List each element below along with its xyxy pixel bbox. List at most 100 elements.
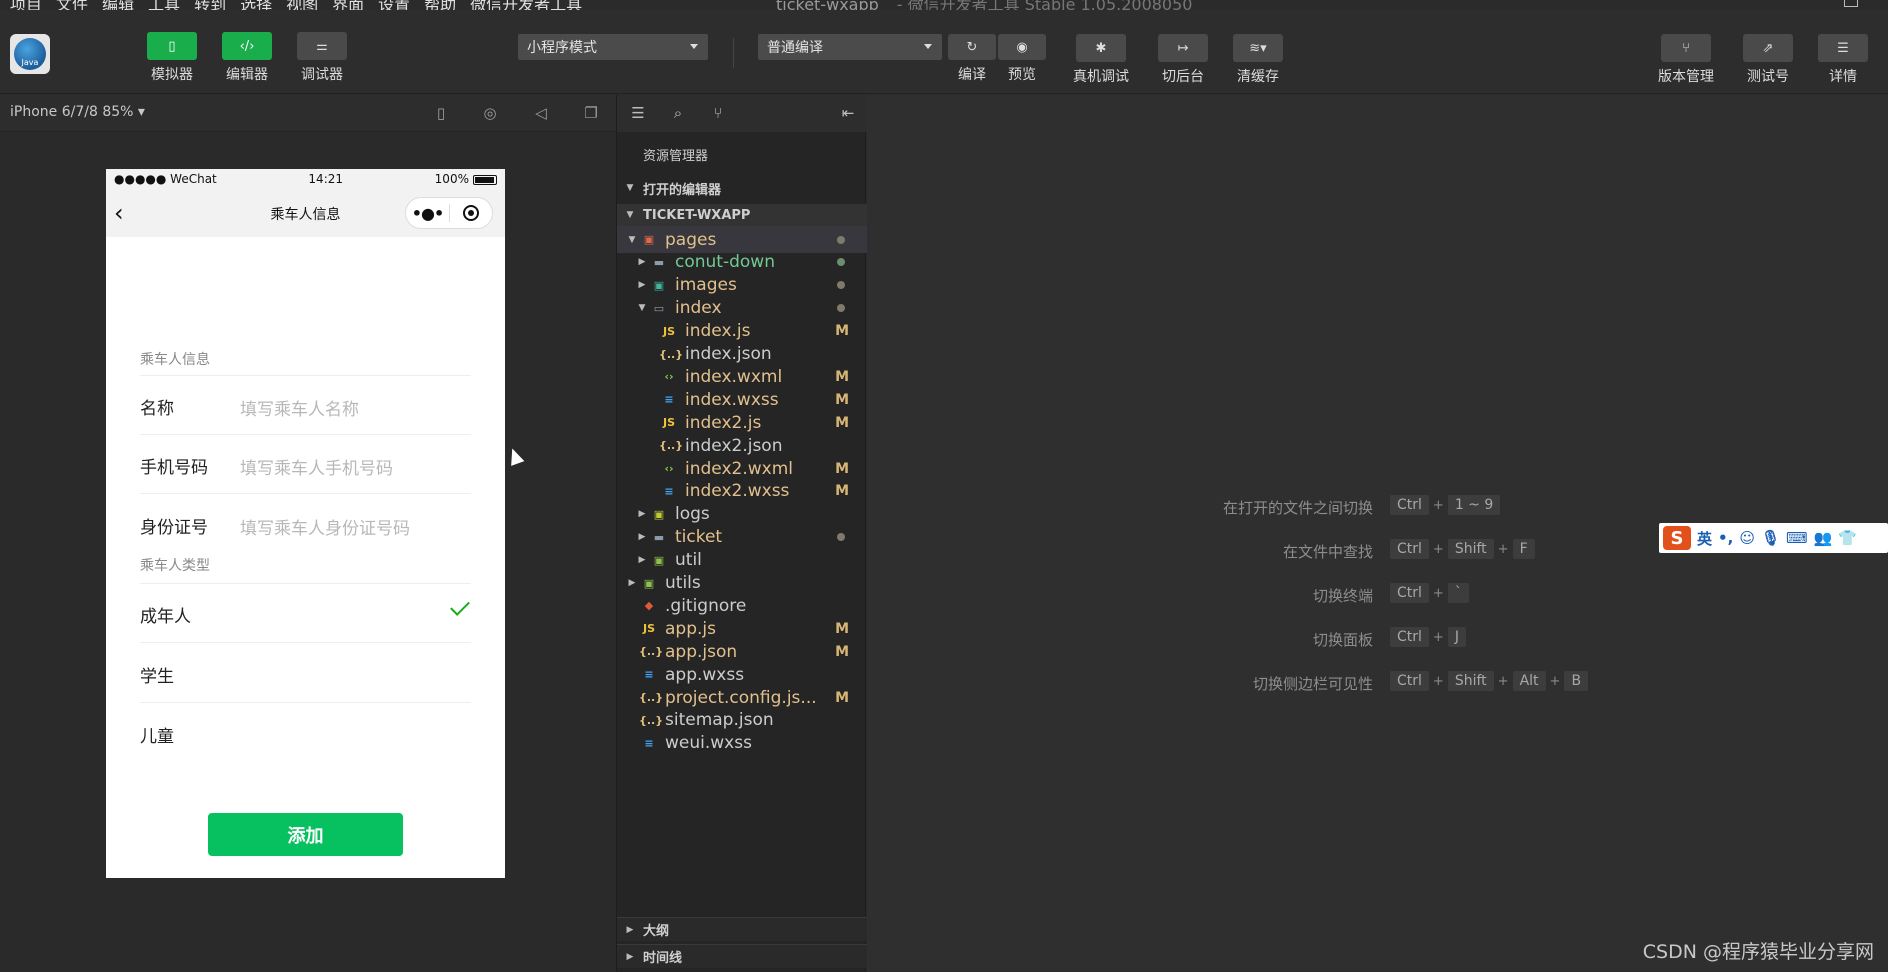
check-icon (450, 596, 470, 616)
status-badge: M (835, 323, 849, 340)
sliders-icon: ⚌ (297, 32, 347, 60)
compile-select[interactable]: 普通编译 (758, 34, 942, 60)
type-child-option[interactable]: 儿童 (140, 704, 471, 763)
simulator-button[interactable]: ▯ 模拟器 (147, 32, 197, 84)
key-cap: Ctrl (1390, 671, 1429, 691)
real-debug-button[interactable]: ✱ 真机调试 (1073, 34, 1129, 86)
tree-item-label: util (675, 550, 702, 571)
version-button[interactable]: ⑂ 版本管理 (1658, 34, 1714, 86)
git-branch-icon[interactable]: ⑂ (709, 104, 727, 122)
shortcut-hint: 切换侧边栏可见性 Ctrl + Shift + Alt + B (867, 671, 1888, 695)
shortcut-description: 在打开的文件之间切换 (1222, 498, 1373, 517)
menu-item[interactable]: 文件 (56, 0, 88, 10)
test-id-button[interactable]: ⇗ 测试号 (1743, 34, 1793, 86)
chevron-down-icon: ▼ (626, 210, 634, 220)
volume-icon[interactable]: ◁ (532, 104, 550, 122)
js-file-icon: JS (642, 622, 655, 636)
close-miniprogram-button[interactable] (450, 205, 492, 221)
plus-separator: + (1549, 673, 1561, 689)
tree-item-label: index2.js (685, 412, 762, 433)
shortcut-keys: Ctrl + J (1390, 627, 1466, 647)
menu-item[interactable]: 界面 (332, 0, 364, 10)
open-editors-section[interactable]: ▼ 打开的编辑器 (617, 177, 867, 199)
battery-icon (472, 174, 497, 185)
add-button[interactable]: 添加 (208, 813, 403, 856)
device-select[interactable]: iPhone 6/7/8 85% ▾ (10, 104, 145, 120)
chevron-right-icon: ▶ (638, 280, 646, 291)
explorer-toolbar: ☰ ⌕ ⑂ ⇤ (617, 95, 867, 132)
plus-separator: + (1432, 629, 1444, 645)
menu-item[interactable]: 编辑 (102, 0, 134, 10)
window-maximize-icon[interactable] (1844, 0, 1858, 7)
divider (733, 38, 734, 68)
eye-icon: ◉ (998, 34, 1046, 60)
menu-item[interactable]: 选择 (240, 0, 272, 10)
external-link-icon: ⇗ (1743, 34, 1793, 62)
background-button[interactable]: ↦ 切后台 (1158, 34, 1208, 86)
key-cap: Ctrl (1390, 495, 1429, 515)
timeline-section[interactable]: ▶ 时间线 (617, 944, 867, 968)
status-badge: M (835, 483, 849, 500)
collapse-sidebar-icon[interactable]: ⇤ (839, 104, 857, 122)
menu-item[interactable]: 微信开发者工具 (470, 0, 582, 10)
key-cap: J (1447, 627, 1466, 647)
chevron-right-icon: ▶ (638, 257, 646, 268)
plus-separator: + (1497, 673, 1509, 689)
refresh-icon: ↻ (948, 34, 996, 60)
search-icon[interactable]: ⌕ (669, 104, 687, 122)
name-field[interactable]: 名称 填写乘车人名称 (140, 376, 471, 435)
compile-button[interactable]: ↻ 编译 (948, 34, 996, 84)
project-section[interactable]: ▼ TICKET-WXAPP (617, 204, 867, 226)
more-icon[interactable]: •●• (406, 204, 449, 223)
type-student-option[interactable]: 学生 (140, 644, 471, 703)
folder-open-icon: ▭ (653, 301, 665, 315)
menu-item[interactable]: 设置 (378, 0, 410, 10)
status-badge: M (835, 391, 849, 408)
outline-section[interactable]: ▶ 大纲 (617, 917, 867, 941)
phone-field[interactable]: 手机号码 填写乘车人手机号码 (140, 435, 471, 494)
id-number-field[interactable]: 身份证号 填写乘车人身份证号码 (140, 495, 471, 554)
folder-icon: ▬ (653, 255, 665, 269)
shortcut-description: 在文件中查找 (1282, 542, 1373, 561)
menu-item[interactable]: 项目 (10, 0, 42, 10)
status-badge: M (835, 414, 849, 431)
menu-item[interactable]: 转到 (194, 0, 226, 10)
preview-button[interactable]: ◉ 预览 (998, 34, 1046, 84)
ime-toolbar[interactable]: S 英 •, ☺ 🎙 ⌨ 👥 👕 (1659, 523, 1888, 553)
chevron-down-icon: ▼ (638, 303, 646, 314)
key-cap: Shift (1447, 539, 1494, 559)
simulator-header: iPhone 6/7/8 85% ▾ ▯ ◎ ◁ ❐ (0, 95, 616, 132)
menu-item[interactable]: 视图 (286, 0, 318, 10)
mode-select[interactable]: 小程序模式 (518, 34, 708, 60)
layers-icon: ≋▾ (1233, 34, 1283, 62)
stop-icon[interactable]: ◎ (481, 104, 499, 122)
menu-bar: 项目 文件 编辑 工具 转到 选择 视图 界面 设置 帮助 微信开发者工具 ticket-wxapp… (0, 0, 1888, 10)
section-label-info: 乘车人信息 (140, 352, 210, 368)
editor-button[interactable]: ‹/› 编辑器 (222, 32, 272, 84)
css-file-icon: ≡ (664, 393, 674, 407)
shortcut-description: 切换侧边栏可见性 (1252, 674, 1373, 693)
tree-item-label: weui.wxss (665, 733, 752, 754)
type-adult-option[interactable]: 成年人 (140, 584, 471, 643)
chevron-right-icon: ▶ (626, 951, 634, 962)
shortcut-keys: Ctrl +1 ~ 9 (1390, 495, 1501, 515)
java-logo-icon: Java (14, 38, 46, 70)
menu-item[interactable]: 帮助 (424, 0, 456, 10)
avatar[interactable]: Java (10, 34, 50, 74)
key-cap: Ctrl (1390, 627, 1429, 647)
shortcut-description: 切换终端 (1312, 586, 1373, 605)
details-button[interactable]: ☰ 详情 (1818, 34, 1868, 86)
menu-item[interactable]: 工具 (148, 0, 180, 10)
tree-item[interactable]: ≡ weui.wxss (617, 730, 867, 757)
plus-separator: + (1432, 497, 1444, 513)
clear-cache-button[interactable]: ≋▾ 清缓存 (1233, 34, 1283, 86)
popout-icon[interactable]: ❐ (582, 104, 600, 122)
debugger-button[interactable]: ⚌ 调试器 (297, 32, 347, 84)
list-icon[interactable]: ☰ (629, 104, 647, 122)
phone-icon[interactable]: ▯ (432, 104, 450, 122)
punctuation-icon: •, (1718, 529, 1734, 547)
folder-icon: ▣ (643, 233, 655, 246)
folder-icon: ▣ (643, 576, 655, 590)
shortcut-hint: 切换终端 Ctrl + ` (867, 583, 1888, 607)
json-file-icon: {..} (659, 347, 684, 361)
